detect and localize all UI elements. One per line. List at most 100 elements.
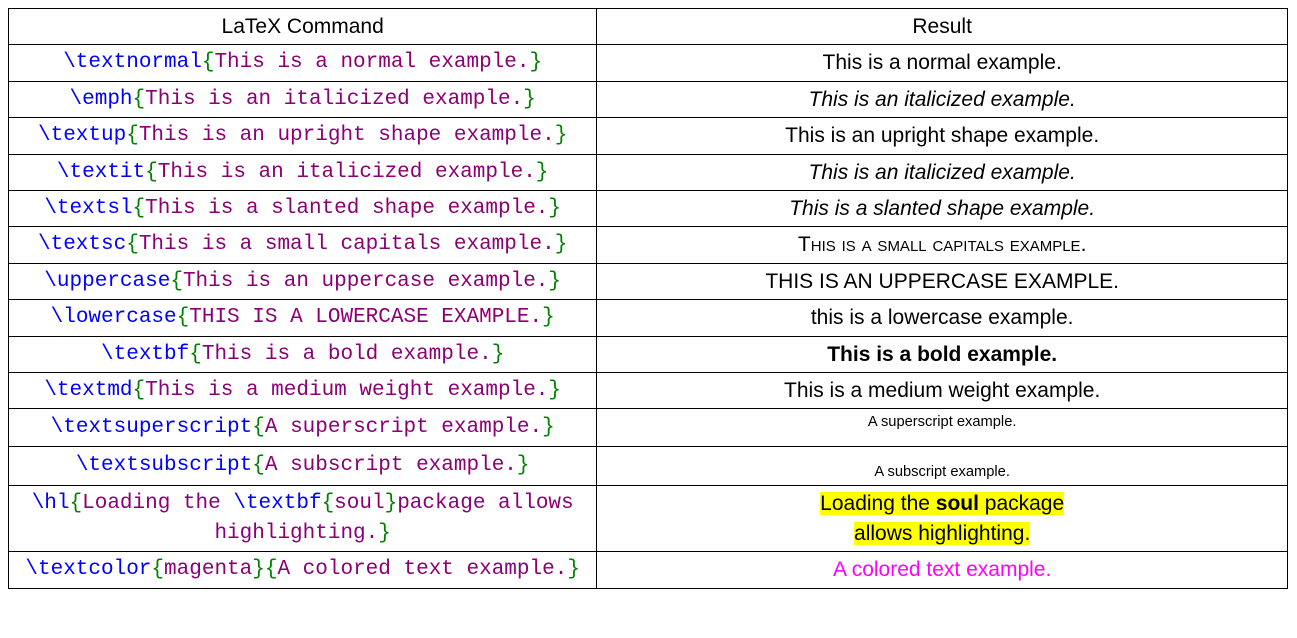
- brace-close-icon: }: [567, 558, 580, 581]
- latex-command-cell: \textit{This is an italicized example.}: [9, 154, 597, 190]
- table-row: \lowercase{THIS IS A LOWERCASE EXAMPLE.}…: [9, 300, 1288, 336]
- latex-command: \textnormal: [63, 51, 202, 74]
- latex-argument: This is a bold example.: [202, 343, 492, 366]
- result-cell: Loading the soul package allows highlight…: [597, 486, 1288, 552]
- latex-command-cell: \textmd{This is a medium weight example.…: [9, 372, 597, 408]
- result-text-bold: soul: [936, 492, 979, 515]
- latex-command-cell: \textsubscript{A subscript example.}: [9, 446, 597, 486]
- brace-close-icon: }: [555, 233, 568, 256]
- brace-close-icon: }: [542, 306, 555, 329]
- result-text: This is a bold example.: [827, 343, 1057, 366]
- brace-open-icon: {: [189, 343, 202, 366]
- latex-command-cell: \textcolor{magenta}{A colored text examp…: [9, 552, 597, 588]
- latex-argument: Loading the: [82, 492, 233, 515]
- highlighted-text: allows highlighting.: [854, 522, 1030, 545]
- result-cell: This is an italicized example.: [597, 154, 1288, 190]
- brace-close-icon: }: [252, 558, 265, 581]
- table-row: \textsl{This is a slanted shape example.…: [9, 190, 1288, 226]
- latex-command-cell: \lowercase{THIS IS A LOWERCASE EXAMPLE.}: [9, 300, 597, 336]
- result-cell: This is an italicized example.: [597, 81, 1288, 117]
- result-text: package: [979, 492, 1064, 515]
- latex-argument: A subscript example.: [265, 454, 517, 477]
- table-row: \textsuperscript{A superscript example.}…: [9, 409, 1288, 446]
- latex-command: \textcolor: [25, 558, 151, 581]
- brace-close-icon: }: [492, 343, 505, 366]
- brace-open-icon: {: [170, 270, 183, 293]
- result-text: Loading the: [820, 492, 936, 515]
- brace-open-icon: {: [133, 88, 146, 111]
- latex-command: \textmd: [44, 379, 132, 402]
- brace-open-icon: {: [126, 233, 139, 256]
- table-row: \textnormal{This is a normal example.}Th…: [9, 45, 1288, 81]
- result-text: A subscript example.: [874, 462, 1010, 483]
- result-cell: This is a slanted shape example.: [597, 190, 1288, 226]
- brace-close-icon: }: [530, 51, 543, 74]
- latex-argument: This is an italicized example.: [158, 161, 536, 184]
- brace-open-icon: {: [265, 558, 278, 581]
- brace-open-icon: {: [133, 379, 146, 402]
- latex-command: \emph: [70, 88, 133, 111]
- latex-argument: This is an upright shape example.: [139, 124, 555, 147]
- latex-argument: This is a medium weight example.: [145, 379, 548, 402]
- brace-open-icon: {: [126, 124, 139, 147]
- brace-close-icon: }: [555, 124, 568, 147]
- table-row: \uppercase{This is an uppercase example.…: [9, 263, 1288, 299]
- latex-command: \textbf: [101, 343, 189, 366]
- latex-argument: A colored text example.: [277, 558, 567, 581]
- brace-close-icon: }: [517, 454, 530, 477]
- latex-argument: This is a small capitals example.: [139, 233, 555, 256]
- latex-command-cell: \hl{Loading the \textbf{soul}package all…: [9, 486, 597, 552]
- latex-command: \textit: [57, 161, 145, 184]
- result-cell: This is an upright shape example.: [597, 118, 1288, 154]
- result-cell: This is a normal example.: [597, 45, 1288, 81]
- table-row: \textmd{This is a medium weight example.…: [9, 372, 1288, 408]
- brace-open-icon: {: [151, 558, 164, 581]
- latex-command-cell: \emph{This is an italicized example.}: [9, 81, 597, 117]
- latex-command-cell: \textsuperscript{A superscript example.}: [9, 409, 597, 446]
- latex-command: \textsc: [38, 233, 126, 256]
- latex-argument: This is a slanted shape example.: [145, 197, 548, 220]
- latex-command: \textup: [38, 124, 126, 147]
- table-row: \textup{This is an upright shape example…: [9, 118, 1288, 154]
- brace-close-icon: }: [548, 270, 561, 293]
- brace-open-icon: {: [177, 306, 190, 329]
- table-row: \hl{Loading the \textbf{soul}package all…: [9, 486, 1288, 552]
- result-cell: This is a medium weight example.: [597, 372, 1288, 408]
- table-row: \textsc{This is a small capitals example…: [9, 227, 1288, 263]
- latex-command: \textbf: [233, 492, 321, 515]
- table-row: \textit{This is an italicized example.}T…: [9, 154, 1288, 190]
- highlighted-text: Loading the soul package: [820, 492, 1064, 515]
- result-text: This is an italicized example.: [809, 88, 1076, 111]
- result-text: A superscript example.: [868, 412, 1017, 433]
- brace-close-icon: }: [548, 379, 561, 402]
- result-text: This is a normal example.: [823, 51, 1062, 74]
- result-text: This is a medium weight example.: [784, 379, 1100, 402]
- latex-command: \textsl: [44, 197, 132, 220]
- brace-open-icon: {: [252, 454, 265, 477]
- result-text: This is an italicized example.: [809, 161, 1076, 184]
- latex-command-cell: \textup{This is an upright shape example…: [9, 118, 597, 154]
- latex-argument: This is an uppercase example.: [183, 270, 548, 293]
- table-row: \textbf{This is a bold example.}This is …: [9, 336, 1288, 372]
- latex-argument: This is a normal example.: [214, 51, 529, 74]
- latex-command-cell: \textsc{This is a small capitals example…: [9, 227, 597, 263]
- latex-command-cell: \textnormal{This is a normal example.}: [9, 45, 597, 81]
- latex-argument: A superscript example.: [265, 416, 542, 439]
- table-header-row: LaTeX Command Result: [9, 9, 1288, 45]
- result-text: This is an upright shape example.: [785, 124, 1099, 147]
- latex-command: \textsuperscript: [51, 416, 253, 439]
- result-text: This is a slanted shape example.: [789, 197, 1095, 220]
- table-row: \textcolor{magenta}{A colored text examp…: [9, 552, 1288, 588]
- brace-close-icon: }: [378, 522, 391, 545]
- brace-open-icon: {: [133, 197, 146, 220]
- brace-open-icon: {: [145, 161, 158, 184]
- brace-close-icon: }: [536, 161, 549, 184]
- brace-close-icon: }: [385, 492, 398, 515]
- latex-command-cell: \uppercase{This is an uppercase example.…: [9, 263, 597, 299]
- brace-open-icon: {: [322, 492, 335, 515]
- table-row: \textsubscript{A subscript example.}A su…: [9, 446, 1288, 486]
- result-cell: this is a lowercase example.: [597, 300, 1288, 336]
- latex-command-cell: \textsl{This is a slanted shape example.…: [9, 190, 597, 226]
- brace-close-icon: }: [523, 88, 536, 111]
- table-row: \emph{This is an italicized example.} Thi…: [9, 81, 1288, 117]
